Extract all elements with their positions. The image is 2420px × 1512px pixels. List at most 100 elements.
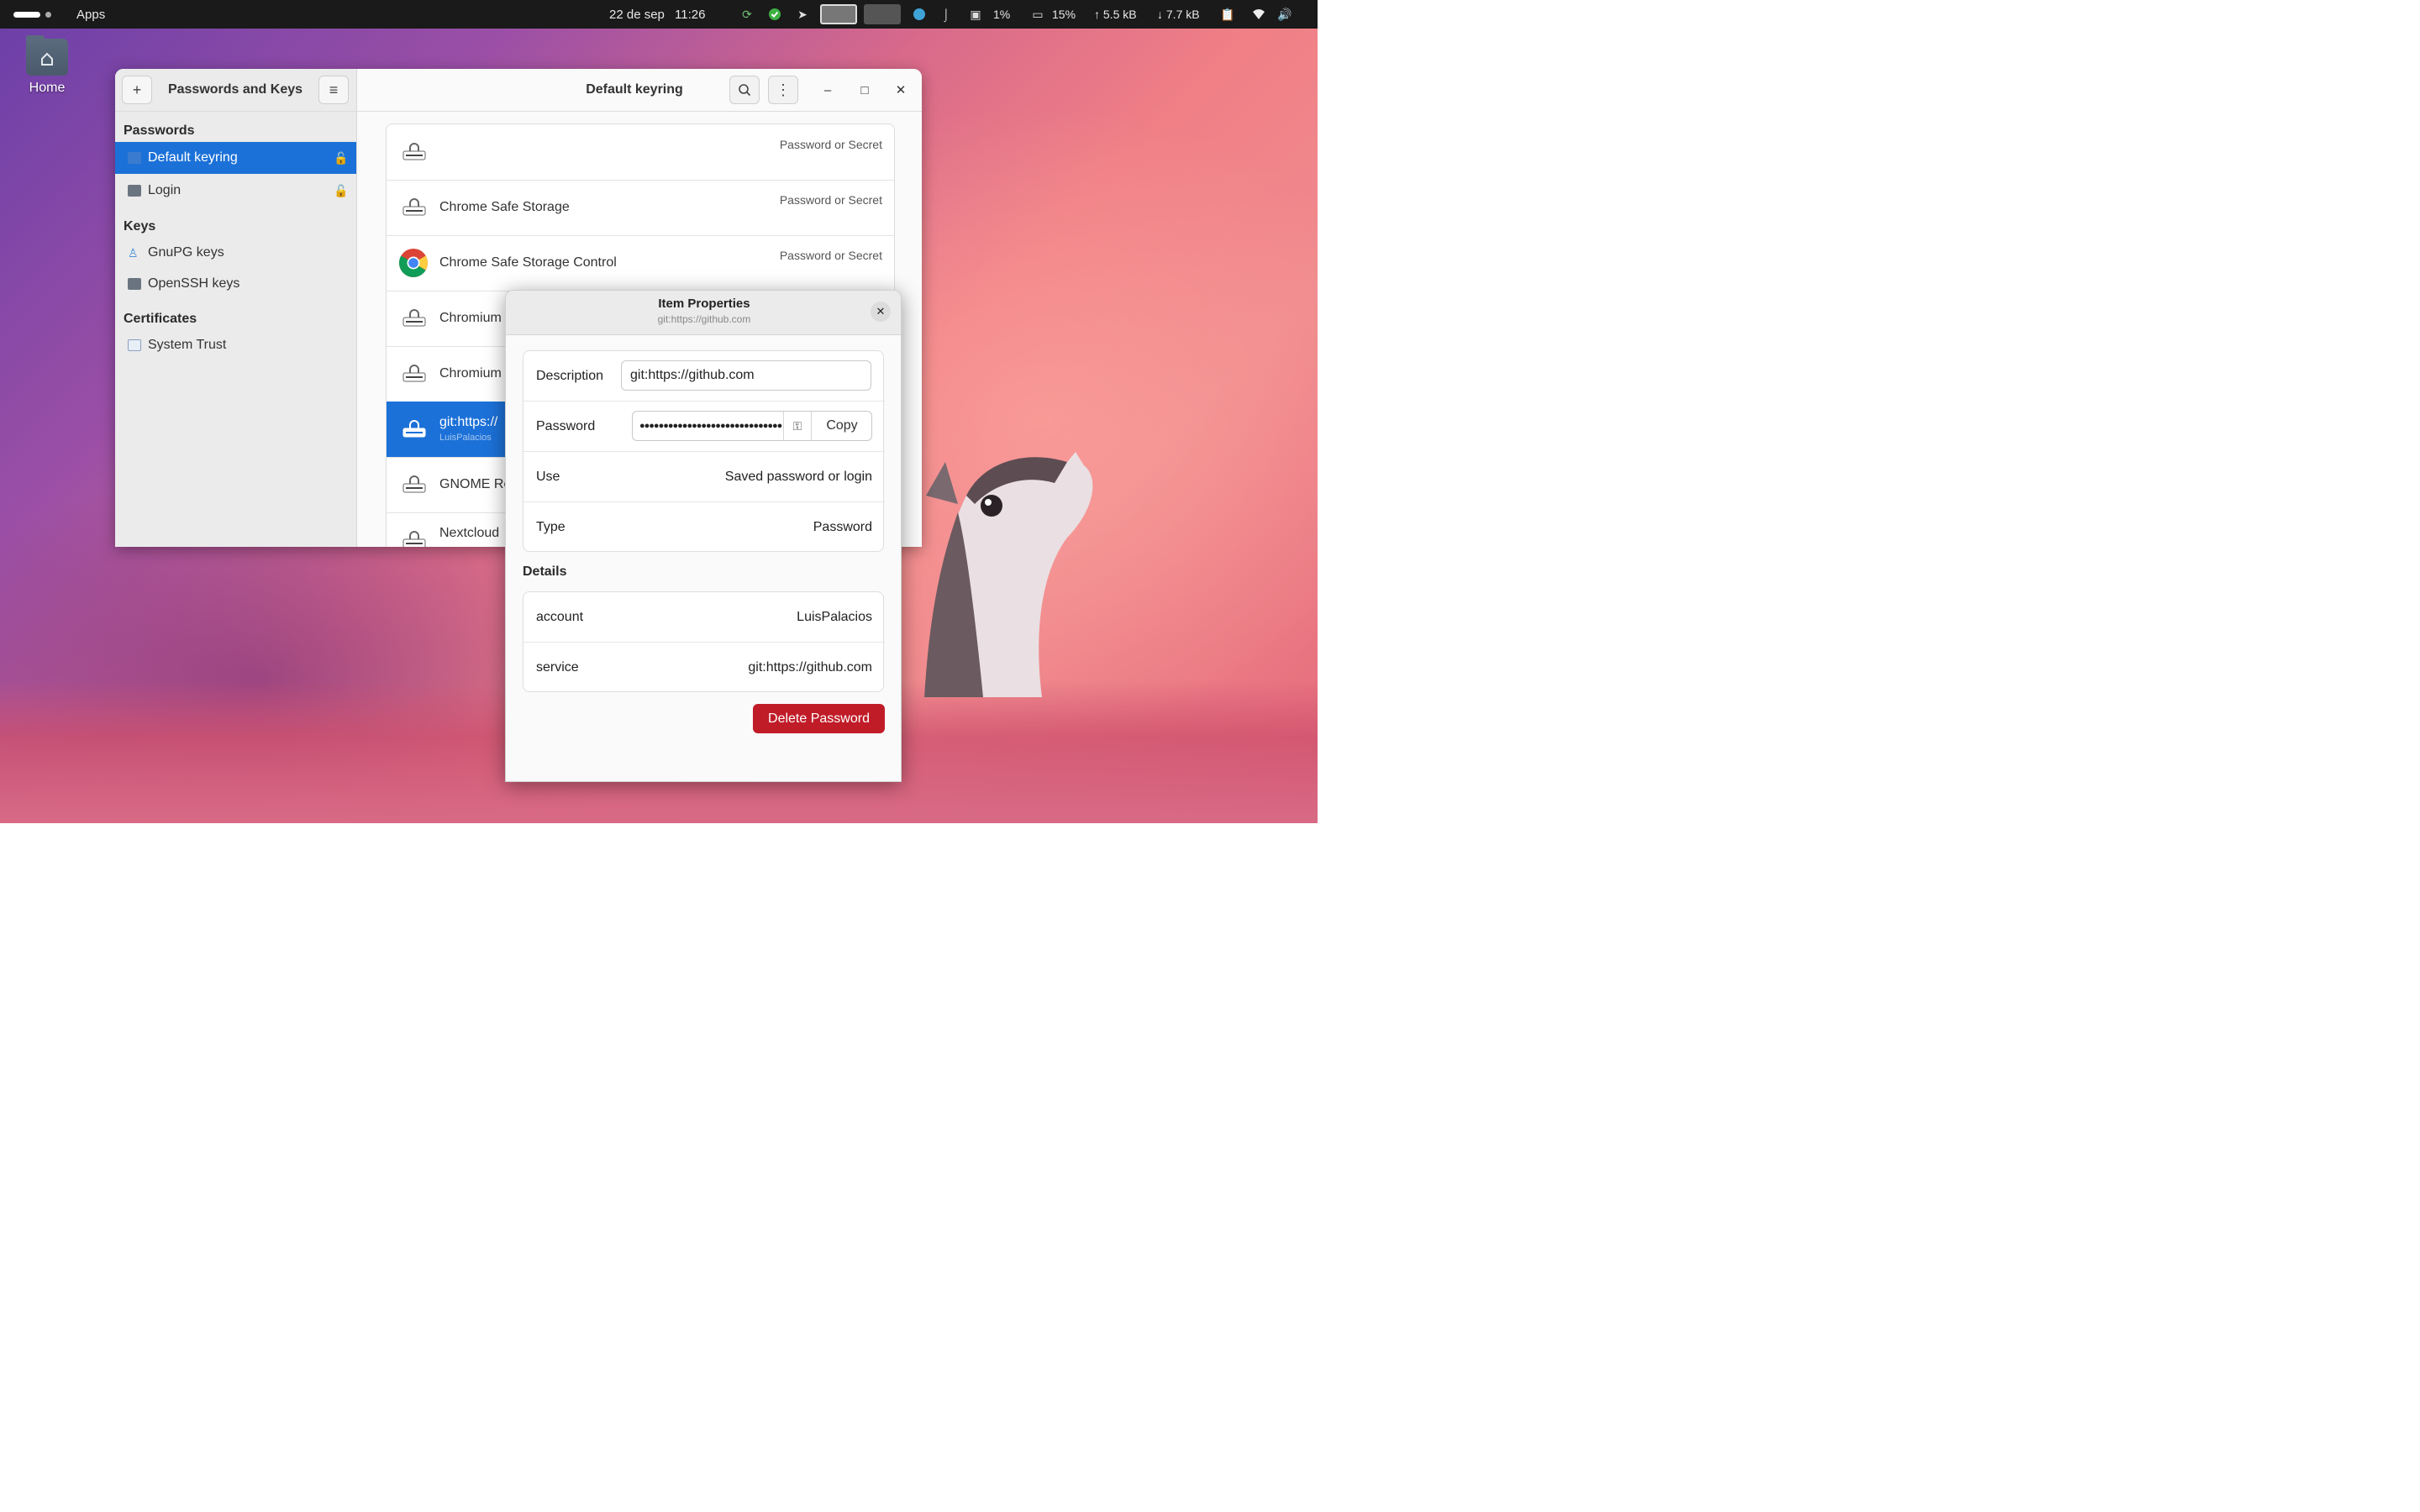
account-label: account (536, 610, 584, 624)
sidebar-item-label: GnuPG keys (148, 245, 224, 260)
dialog-header: Item Properties git:https://github.com ✕ (506, 291, 901, 335)
section-certificates: Certificates (124, 312, 197, 326)
options-button[interactable]: ⋮ (768, 76, 798, 104)
keyring-item-icon (402, 143, 426, 160)
account-row: account LuisPalacios (523, 592, 885, 643)
download-rate: ↓ 7.7 kB (1157, 0, 1200, 29)
search-button[interactable] (729, 76, 760, 104)
service-row: service git:https://github.com (523, 643, 885, 693)
sidebar-item-openssh[interactable]: OpenSSH keys (115, 268, 356, 300)
use-value: Saved password or login (724, 470, 872, 484)
item-kind: Password or Secret (779, 193, 882, 207)
item-name: GNOME Re (439, 477, 512, 491)
wifi-icon[interactable] (1251, 7, 1266, 22)
password-row: Password ●●●●●●●●●●●●●●●●●●●●●●●●●●●●●●●… (523, 402, 885, 452)
keyring-item-icon (402, 309, 426, 327)
list-item[interactable]: Chrome Safe Storage Control Password or … (387, 235, 894, 291)
sidebar-item-system-trust[interactable]: System Trust (115, 329, 356, 361)
item-name: Chromium (439, 366, 502, 381)
use-row: Use Saved password or login (523, 452, 885, 502)
magnet-icon[interactable]: ⌡ (939, 7, 954, 22)
close-icon: ✕ (876, 305, 886, 318)
download-arrow-icon: ↓ (1157, 8, 1166, 21)
password-field: ●●●●●●●●●●●●●●●●●●●●●●●●●●●●●●●●●●●●●●●●… (632, 411, 872, 441)
dialog-close-button[interactable]: ✕ (871, 302, 891, 322)
item-account: LuisPalacios (439, 433, 492, 443)
gnupg-icon: ♙ (128, 246, 139, 260)
description-input[interactable]: git:https://github.com (621, 360, 871, 391)
add-button[interactable]: + (122, 76, 152, 104)
vpn-icon[interactable] (912, 7, 927, 22)
account-value: LuisPalacios (797, 610, 872, 624)
password-input[interactable]: ●●●●●●●●●●●●●●●●●●●●●●●●●●●●●●●●●●●●●●●● (639, 412, 782, 440)
workspace-2[interactable] (864, 4, 901, 24)
sidebar-item-login[interactable]: Login 🔓 (115, 175, 356, 207)
apps-button[interactable]: Apps (76, 0, 105, 29)
maximize-button[interactable]: □ (855, 80, 875, 100)
key-icon: ⚿ (792, 418, 802, 433)
close-window-button[interactable]: ✕ (891, 80, 911, 100)
sidebar-item-gnupg[interactable]: ♙ GnuPG keys (115, 237, 356, 269)
list-item[interactable]: Chrome Safe Storage Password or Secret (387, 180, 894, 236)
sidebar-item-label: Login (148, 183, 182, 197)
delete-password-button[interactable]: Delete Password (753, 704, 885, 733)
keyring-item-icon (402, 475, 426, 493)
list-item[interactable]: Password or Secret (387, 124, 894, 181)
chrome-icon (399, 249, 428, 277)
type-value: Password (813, 520, 872, 534)
cpu-usage: 1% (993, 8, 1011, 21)
clipboard-icon[interactable]: 📋 (1220, 7, 1235, 22)
unlocked-icon[interactable]: 🔓 (334, 151, 348, 165)
sync-icon[interactable]: ⟳ (739, 7, 755, 22)
main-menu-button[interactable]: ≡ (318, 76, 349, 104)
top-bar: Apps 22 de sep 11:26 ⟳ ➤ ⌡ ▣ 1% ▭ 15% ↑ … (0, 0, 1318, 29)
minimize-icon: – (823, 82, 832, 97)
workspace-indicator[interactable] (13, 12, 40, 18)
home-label: Home (29, 81, 66, 95)
minimize-button[interactable]: – (818, 80, 838, 100)
description-row: Description git:https://github.com (523, 351, 885, 402)
item-properties-dialog: Item Properties git:https://github.com ✕… (505, 290, 902, 782)
folder-icon (128, 152, 141, 164)
home-desktop-icon[interactable]: Home (24, 35, 71, 96)
content-title: Default keyring (586, 82, 683, 97)
copy-button[interactable]: Copy (811, 412, 872, 440)
service-label: service (536, 660, 579, 675)
keyring-item-icon (402, 420, 426, 438)
clock-time[interactable]: 11:26 (675, 0, 705, 29)
workspace-1[interactable] (820, 4, 857, 24)
check-icon[interactable] (767, 7, 782, 22)
type-row: Type Password (523, 502, 885, 553)
properties-card: Description git:https://github.com Passw… (523, 350, 885, 553)
details-heading: Details (523, 564, 567, 579)
use-label: Use (536, 470, 560, 484)
upload-value: 5.5 kB (1102, 8, 1137, 21)
wallpaper-opossum (924, 452, 1093, 697)
memory-usage: 15% (1052, 8, 1076, 21)
clock-date[interactable]: 22 de sep (609, 0, 665, 29)
upload-arrow-icon: ↑ (1094, 8, 1103, 21)
sidebar-item-label: System Trust (148, 338, 227, 352)
section-passwords: Passwords (124, 123, 195, 138)
item-name: Chromium (439, 311, 502, 325)
kebab-icon: ⋮ (776, 81, 791, 98)
openssh-icon (128, 278, 141, 290)
maximize-icon: □ (860, 82, 869, 97)
reveal-password-button[interactable]: ⚿ (783, 412, 811, 440)
sidebar-header: + Passwords and Keys ≡ (115, 69, 356, 112)
keyring-item-icon (402, 365, 426, 382)
item-name: Chrome Safe Storage Control (439, 255, 617, 270)
sidebar-item-label: Default keyring (148, 150, 238, 165)
volume-icon[interactable]: 🔊 (1277, 7, 1292, 22)
workspace-dot[interactable] (45, 12, 51, 18)
description-label: Description (536, 369, 604, 383)
sidebar-item-label: OpenSSH keys (148, 276, 240, 291)
app-tray-icon[interactable]: ➤ (795, 7, 810, 22)
sidebar-item-default-keyring[interactable]: Default keyring 🔓 (115, 142, 356, 174)
keyring-item-icon (402, 198, 426, 216)
service-value: git:https://github.com (748, 660, 872, 675)
dialog-title: Item Properties (658, 297, 750, 311)
folder-icon (128, 185, 141, 197)
item-kind: Password or Secret (779, 138, 882, 151)
unlocked-icon[interactable]: 🔓 (334, 184, 348, 198)
